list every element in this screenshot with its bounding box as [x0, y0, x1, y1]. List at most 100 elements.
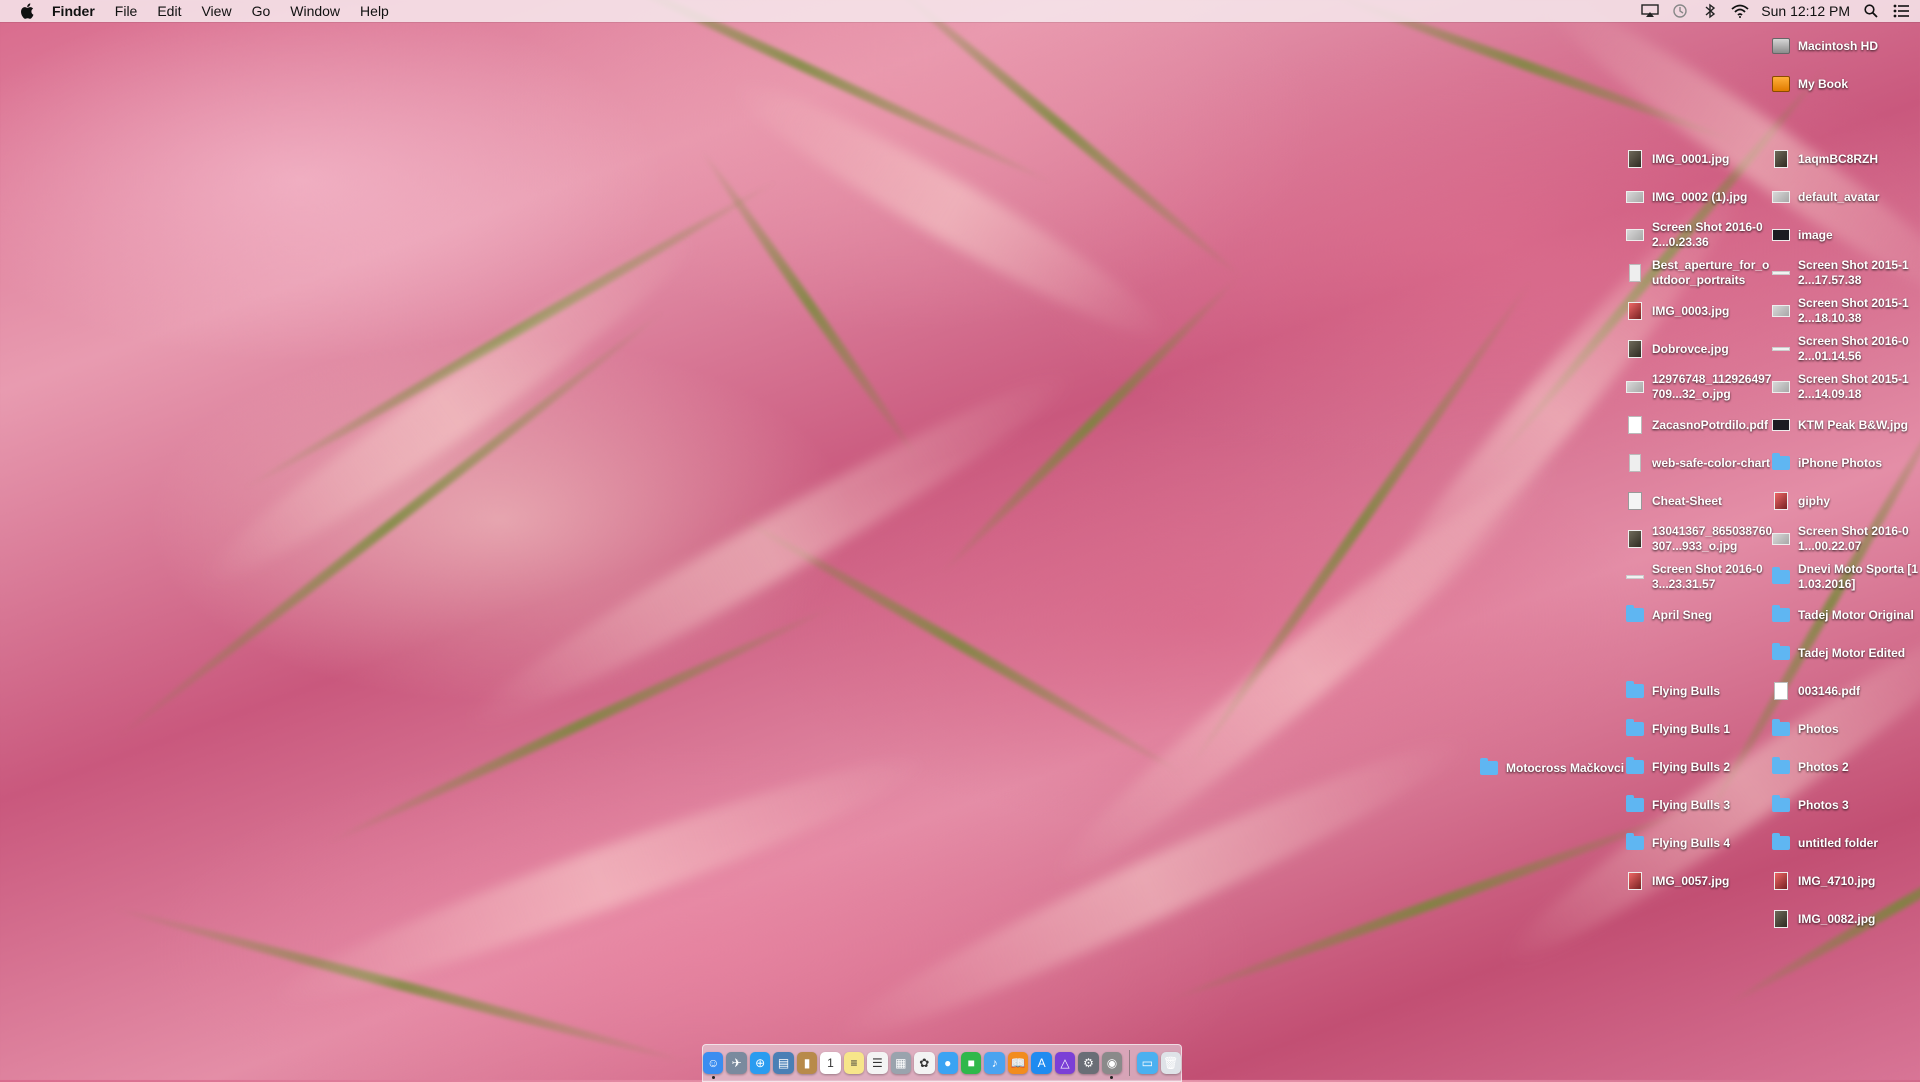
desktop-file[interactable]: IMG_0082.jpg — [1772, 903, 1920, 935]
photos-preview-app-icon[interactable]: ▦ — [890, 1052, 912, 1074]
screenshot-file-icon — [1772, 263, 1790, 283]
desktop-file[interactable]: Screen Shot 2015-12...17.57.38 — [1772, 257, 1920, 289]
desktop-item-label: Screen Shot 2015-12...18.10.38 — [1798, 296, 1909, 325]
desktop-item-label: Dobrovce.jpg — [1652, 341, 1729, 356]
desktop-file[interactable]: Screen Shot 2015-12...14.09.18 — [1772, 371, 1920, 403]
desktop-folder[interactable]: Dnevi Moto Sporta [11.03.2016] — [1772, 561, 1920, 593]
spotlight-icon[interactable] — [1862, 3, 1880, 19]
desktop-file[interactable]: Best_aperture_for_outdoor_portraits — [1626, 257, 1776, 289]
desktop-folder[interactable]: April Sneg — [1626, 599, 1776, 631]
time-machine-icon[interactable] — [1671, 3, 1689, 19]
system-preferences-app-icon[interactable]: ⚙ — [1078, 1052, 1099, 1074]
folder-icon — [1772, 643, 1790, 663]
desktop-item-label: Screen Shot 2016-02...01.14.56 — [1798, 334, 1909, 363]
pdf-file-icon — [1772, 681, 1790, 701]
wifi-icon[interactable] — [1731, 3, 1749, 19]
external-disk-icon — [1772, 74, 1790, 94]
photos-app-icon[interactable]: ✿ — [914, 1052, 935, 1074]
menu-view[interactable]: View — [191, 0, 241, 22]
app-menu-finder[interactable]: Finder — [44, 0, 105, 22]
menu-help[interactable]: Help — [350, 0, 399, 22]
notification-center-icon[interactable] — [1892, 3, 1910, 19]
desktop-file[interactable]: 13041367_865038760307...933_o.jpg — [1626, 523, 1776, 555]
desktop-file[interactable]: Screen Shot 2016-02...01.14.56 — [1772, 333, 1920, 365]
desktop-folder[interactable]: iPhone Photos — [1772, 447, 1920, 479]
desktop-drive[interactable]: Macintosh HD — [1772, 30, 1920, 62]
desktop-file[interactable]: Screen Shot 2016-03...23.31.57 — [1626, 561, 1776, 593]
menu-bar-clock[interactable]: Sun 12:12 PM — [1761, 3, 1850, 19]
desktop-file[interactable]: Screen Shot 2016-01...00.22.07 — [1772, 523, 1920, 555]
desktop-folder[interactable]: Flying Bulls — [1626, 675, 1776, 707]
desktop-item-label: Flying Bulls 3 — [1652, 797, 1731, 812]
desktop-folder[interactable]: Flying Bulls 3 — [1626, 789, 1776, 821]
desktop-file[interactable]: ZacasnoPotrdilo.pdf — [1626, 409, 1776, 441]
desktop-folder[interactable]: Photos 2 — [1772, 751, 1920, 783]
desktop-file[interactable]: Cheat-Sheet — [1626, 485, 1776, 517]
desktop-file[interactable]: web-safe-color-chart — [1626, 447, 1776, 479]
launchpad-app-icon[interactable]: ✈ — [726, 1052, 747, 1074]
desktop-file[interactable]: giphy — [1772, 485, 1920, 517]
desktop-file[interactable]: KTM Peak B&W.jpg — [1772, 409, 1920, 441]
desktop-file[interactable]: IMG_4710.jpg — [1772, 865, 1920, 897]
desktop-item-label: IMG_0001.jpg — [1652, 151, 1730, 166]
airplay-icon[interactable] — [1641, 3, 1659, 19]
desktop-folder[interactable]: Flying Bulls 1 — [1626, 713, 1776, 745]
desktop-folder[interactable]: Photos — [1772, 713, 1920, 745]
desktop-file[interactable]: IMG_0002 (1).jpg — [1626, 181, 1776, 213]
desktop-file[interactable]: Screen Shot 2016-02...0.23.36 — [1626, 219, 1776, 251]
image-file-icon — [1626, 301, 1644, 321]
desktop-file[interactable]: IMG_0057.jpg — [1626, 865, 1776, 897]
desktop-folder[interactable]: Flying Bulls 2 — [1626, 751, 1776, 783]
affinity-app-icon[interactable]: △ — [1054, 1052, 1076, 1074]
app-store-app-icon[interactable]: A — [1031, 1052, 1052, 1074]
desktop-folder[interactable]: untitled folder — [1772, 827, 1920, 859]
desktop-item-label: 003146.pdf — [1798, 683, 1861, 698]
facetime-app-icon[interactable]: ■ — [960, 1052, 982, 1074]
trash-icon[interactable]: 🗑 — [1160, 1052, 1181, 1074]
desktop-file[interactable]: image — [1772, 219, 1920, 251]
desktop-folder[interactable]: Photos 3 — [1772, 789, 1920, 821]
notebook-app-icon[interactable]: ▮ — [796, 1052, 818, 1074]
hard-disk-icon — [1772, 36, 1790, 56]
ibooks-app-icon[interactable]: 📖 — [1007, 1052, 1029, 1074]
desktop-item-label: Photos — [1798, 721, 1839, 736]
menu-go[interactable]: Go — [242, 0, 281, 22]
folder-icon — [1626, 681, 1644, 701]
menu-edit[interactable]: Edit — [147, 0, 191, 22]
desktop-file[interactable]: Dobrovce.jpg — [1626, 333, 1776, 365]
screenshot-file-icon — [1772, 529, 1790, 549]
grass-blade — [696, 146, 924, 464]
safari-app-icon[interactable]: ⊕ — [749, 1052, 771, 1074]
desktop-file[interactable]: default_avatar — [1772, 181, 1920, 213]
desktop-folder[interactable]: Tadej Motor Original — [1772, 599, 1920, 631]
apple-menu-icon[interactable] — [10, 0, 44, 22]
desktop-file[interactable]: IMG_0001.jpg — [1626, 143, 1776, 175]
menu-window[interactable]: Window — [280, 0, 350, 22]
downloads-stack-icon[interactable]: ▭ — [1137, 1052, 1158, 1074]
notes-app-icon[interactable]: ≡ — [843, 1052, 865, 1074]
screenshot-file-icon — [1626, 225, 1644, 245]
desktop-file[interactable]: IMG_0003.jpg — [1626, 295, 1776, 327]
desktop-folder[interactable]: Tadej Motor Edited — [1772, 637, 1920, 669]
desktop-drive[interactable]: My Book — [1772, 68, 1920, 100]
desktop-file[interactable]: 1aqmBC8RZH — [1772, 143, 1920, 175]
desktop-file[interactable]: 003146.pdf — [1772, 675, 1920, 707]
desktop-item-label: IMG_0082.jpg — [1798, 911, 1876, 926]
finder-app-icon[interactable]: ☺ — [703, 1052, 724, 1079]
grass-blade — [108, 902, 692, 1068]
messages-app-icon[interactable]: ● — [937, 1052, 958, 1074]
desktop-folder[interactable]: Flying Bulls 4 — [1626, 827, 1776, 859]
reminders-app-icon[interactable]: ☰ — [867, 1052, 888, 1074]
desktop-file[interactable]: 12976748_112926497709...32_o.jpg — [1626, 371, 1776, 403]
desktop-file[interactable]: Screen Shot 2015-12...18.10.38 — [1772, 295, 1920, 327]
itunes-app-icon[interactable]: ♪ — [984, 1052, 1005, 1074]
desktop-folder[interactable]: Motocross Mačkovci — [1480, 752, 1630, 784]
grass-blade — [111, 305, 669, 745]
menu-file[interactable]: File — [105, 0, 148, 22]
grass-strand — [718, 59, 1182, 361]
preview-app-icon[interactable]: ▤ — [773, 1052, 794, 1074]
bluetooth-icon[interactable] — [1701, 3, 1719, 19]
calendar-app-icon[interactable]: 1 — [820, 1052, 841, 1074]
image-file-icon — [1772, 415, 1790, 435]
activity-monitor-app-icon[interactable]: ◉ — [1101, 1052, 1123, 1079]
